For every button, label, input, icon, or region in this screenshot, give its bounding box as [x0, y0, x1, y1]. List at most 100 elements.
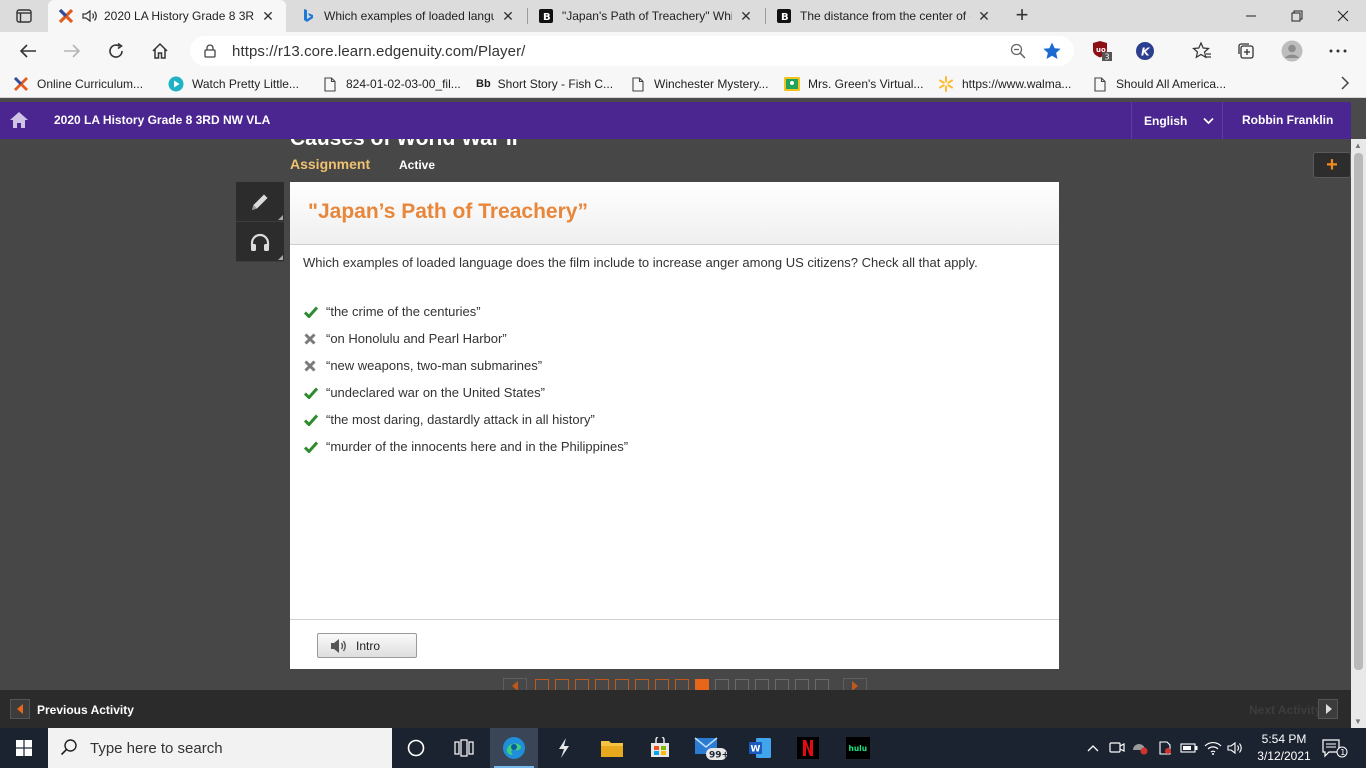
- favorites-icon[interactable]: [1190, 40, 1214, 62]
- pager-box[interactable]: [715, 679, 729, 690]
- question-panel: "Japan’s Path of Treachery” Which exampl…: [290, 182, 1059, 669]
- zoom-out-icon[interactable]: [1010, 43, 1026, 62]
- wifi-icon[interactable]: [1203, 740, 1223, 756]
- pencil-icon[interactable]: [236, 182, 284, 222]
- notification-center-icon[interactable]: 1: [1322, 738, 1348, 761]
- close-tab-icon[interactable]: ✕: [738, 8, 754, 25]
- pager-box[interactable]: [615, 679, 629, 690]
- previous-activity-link[interactable]: Previous Activity: [37, 703, 134, 717]
- meet-now-icon[interactable]: [1107, 740, 1127, 756]
- close-tab-icon[interactable]: ✕: [500, 8, 516, 25]
- answer-option[interactable]: “new weapons, two-man submarines”: [304, 352, 628, 379]
- close-tab-icon[interactable]: ✕: [976, 8, 992, 25]
- intro-button[interactable]: Intro: [317, 633, 417, 658]
- close-window-button[interactable]: [1320, 0, 1366, 32]
- cortana-icon[interactable]: [392, 728, 440, 768]
- pager-next-arrow-icon[interactable]: [843, 678, 867, 690]
- answer-option[interactable]: “on Honolulu and Pearl Harbor”: [304, 325, 628, 352]
- word-icon[interactable]: W: [736, 728, 784, 768]
- page-scrollbar[interactable]: ▲ ▼: [1351, 139, 1366, 728]
- scroll-up-icon[interactable]: ▲: [1354, 141, 1362, 150]
- bookmark-walmart[interactable]: https://www.walma...: [938, 75, 1071, 93]
- answer-option[interactable]: “the crime of the centuries”: [304, 298, 628, 325]
- scrollbar-thumb[interactable]: [1354, 153, 1363, 670]
- bookmark-short-story[interactable]: Bb Short Story - Fish C...: [476, 75, 613, 93]
- refresh-icon[interactable]: [102, 38, 130, 64]
- file-explorer-icon[interactable]: [588, 728, 636, 768]
- next-activity-arrow-icon[interactable]: [1318, 699, 1338, 719]
- store-icon[interactable]: [636, 728, 684, 768]
- windows-start-icon[interactable]: [0, 728, 48, 768]
- pager-box[interactable]: [635, 679, 649, 690]
- sd-card-icon[interactable]: [1155, 740, 1175, 756]
- profile-avatar-icon[interactable]: [1280, 40, 1304, 62]
- speaker-icon[interactable]: [82, 8, 98, 24]
- bookmark-should-all-america[interactable]: Should All America...: [1092, 75, 1226, 93]
- bookmark-file[interactable]: 824-01-02-03-00_fil...: [322, 75, 461, 93]
- url-text[interactable]: https://r13.core.learn.edgenuity.com/Pla…: [232, 43, 525, 60]
- pager-box[interactable]: [795, 679, 809, 690]
- battery-icon[interactable]: [1179, 740, 1199, 756]
- answer-option[interactable]: “murder of the innocents here and in the…: [304, 433, 628, 460]
- pager-box[interactable]: [655, 679, 669, 690]
- more-menu-icon[interactable]: [1326, 40, 1350, 62]
- bookmark-mrs-green[interactable]: Mrs. Green's Virtual...: [784, 75, 923, 93]
- language-select[interactable]: English: [1131, 102, 1223, 139]
- antivirus-icon[interactable]: [1130, 740, 1150, 756]
- answer-option[interactable]: “the most daring, dastardly attack in al…: [304, 406, 628, 433]
- clock-time: 5:54 PM: [1261, 732, 1307, 746]
- bookmark-pretty-little[interactable]: Watch Pretty Little...: [168, 75, 299, 93]
- edge-browser-icon[interactable]: [490, 728, 538, 768]
- pager-box[interactable]: [775, 679, 789, 690]
- favorite-star-icon[interactable]: [1042, 41, 1062, 64]
- taskbar-search-box[interactable]: Type here to search: [48, 728, 392, 768]
- home-icon[interactable]: [9, 111, 29, 132]
- previous-activity-arrow-icon[interactable]: [10, 699, 30, 719]
- pager-box[interactable]: [815, 679, 829, 690]
- address-bar[interactable]: https://r13.core.learn.edgenuity.com/Pla…: [190, 36, 1074, 66]
- chevron-right-icon[interactable]: [1340, 74, 1350, 95]
- bookmark-online-curriculum[interactable]: Online Curriculum...: [13, 75, 143, 93]
- headphones-icon[interactable]: [236, 222, 284, 262]
- collections-icon[interactable]: [1234, 40, 1258, 62]
- task-view-icon[interactable]: [440, 728, 488, 768]
- hulu-icon[interactable]: hulu: [834, 728, 882, 768]
- tab-bing[interactable]: Which examples of loaded langu ✕: [290, 0, 526, 32]
- system-clock[interactable]: 5:54 PM 3/12/2021: [1256, 731, 1312, 765]
- pager-prev-arrow-icon[interactable]: [503, 678, 527, 690]
- lightning-app-icon[interactable]: [540, 728, 588, 768]
- user-name[interactable]: Robbin Franklin: [1242, 113, 1333, 127]
- pager-box[interactable]: [595, 679, 609, 690]
- tab-brainly-1[interactable]: B "Japan's Path of Treachery" Whic ✕: [528, 0, 764, 32]
- home-icon[interactable]: [146, 38, 174, 64]
- pager-box-current[interactable]: [695, 679, 709, 690]
- search-icon: [60, 738, 78, 759]
- pager-box[interactable]: [535, 679, 549, 690]
- k-extension-icon[interactable]: K: [1133, 40, 1157, 62]
- pager-box[interactable]: [755, 679, 769, 690]
- tab-brainly-2[interactable]: B The distance from the center of c ✕: [766, 0, 1002, 32]
- bookmark-winchester[interactable]: Winchester Mystery...: [630, 75, 768, 93]
- tab-edgenuity[interactable]: 2020 LA History Grade 8 3R ✕: [48, 0, 286, 32]
- pager-box[interactable]: [575, 679, 589, 690]
- pager-box[interactable]: [735, 679, 749, 690]
- expand-plus-button[interactable]: +: [1313, 152, 1351, 178]
- mail-icon[interactable]: 99+: [686, 728, 734, 768]
- close-tab-icon[interactable]: ✕: [260, 8, 276, 25]
- ublock-extension-icon[interactable]: uo 3: [1090, 40, 1114, 62]
- lock-icon[interactable]: [204, 44, 216, 61]
- show-hidden-icons-chevron-icon[interactable]: [1083, 740, 1103, 756]
- back-arrow-icon[interactable]: [14, 38, 42, 64]
- new-tab-button[interactable]: +: [1010, 4, 1034, 28]
- tab-actions-icon[interactable]: [8, 6, 40, 26]
- minimize-button[interactable]: [1228, 0, 1274, 32]
- pager-box[interactable]: [555, 679, 569, 690]
- activity-status: Active: [399, 158, 436, 172]
- answer-option[interactable]: “undeclared war on the United States”: [304, 379, 628, 406]
- pager-box[interactable]: [675, 679, 689, 690]
- volume-icon[interactable]: [1226, 740, 1246, 756]
- netflix-icon[interactable]: [784, 728, 832, 768]
- scroll-down-icon[interactable]: ▼: [1354, 717, 1362, 726]
- restore-button[interactable]: [1274, 0, 1320, 32]
- play-circle-icon: [168, 76, 184, 92]
